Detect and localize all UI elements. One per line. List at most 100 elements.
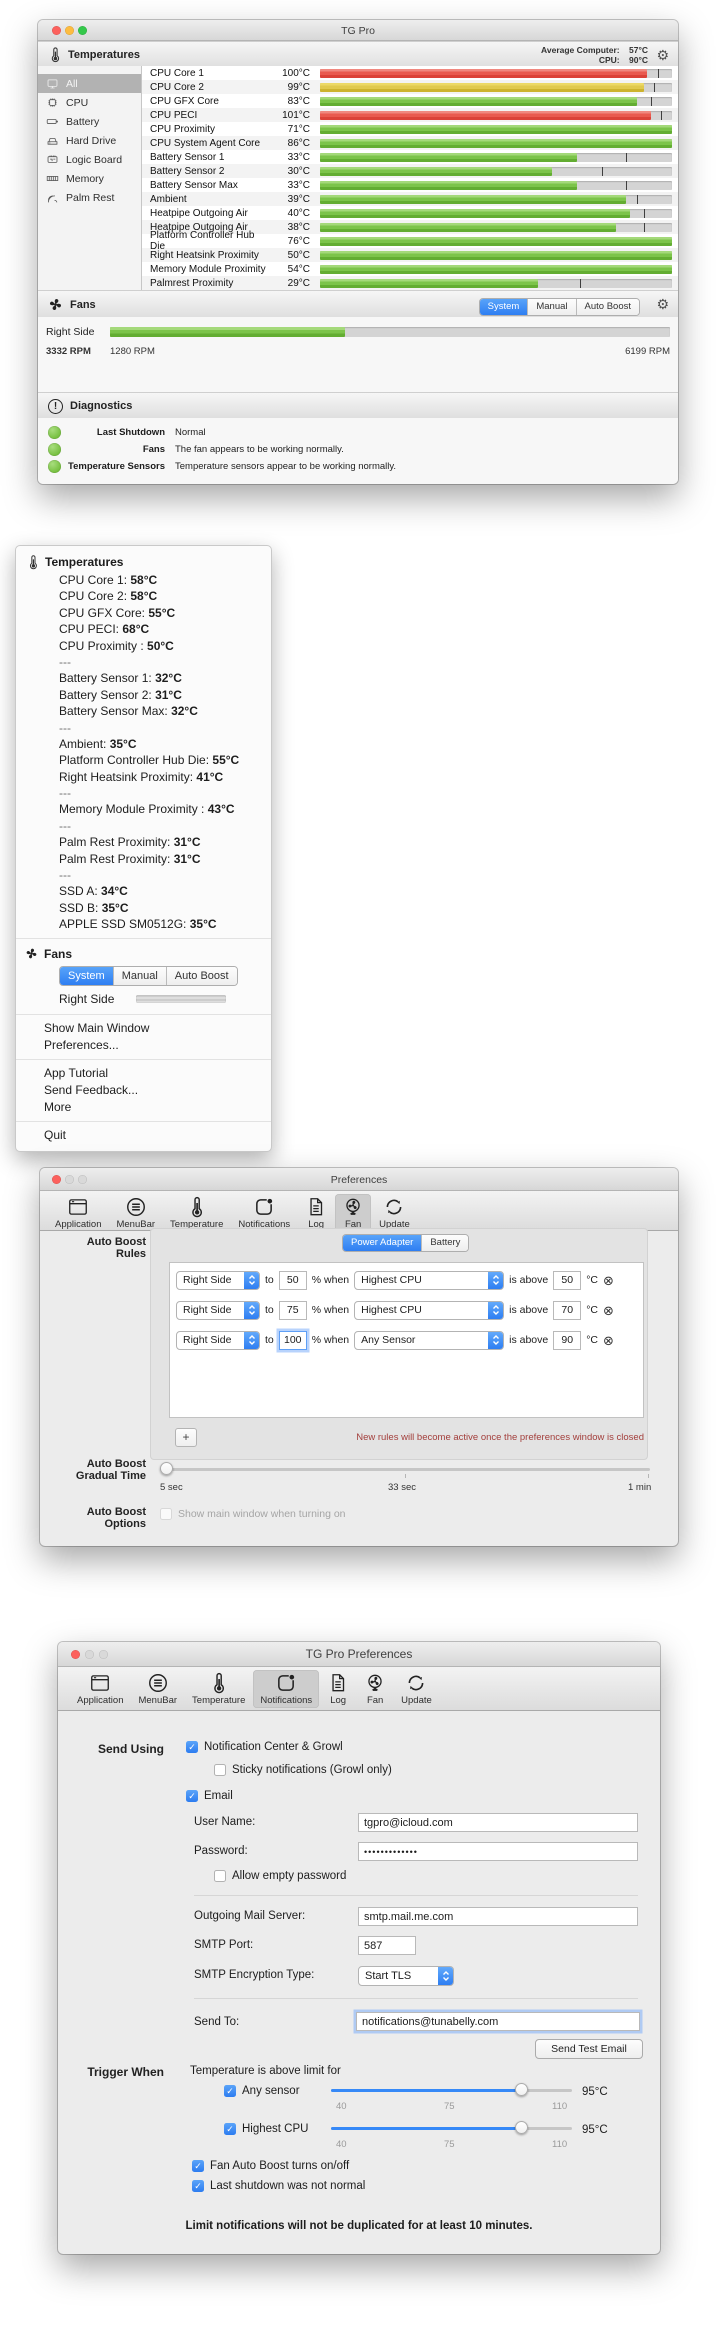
sensor-row[interactable]: Ambient39°C xyxy=(142,192,678,206)
sticky-notifications-checkbox-row[interactable]: Sticky notifications (Growl only) xyxy=(214,1764,392,1776)
trigger-checkbox-row[interactable]: ✓Highest CPU xyxy=(224,2123,308,2135)
minimize-button[interactable] xyxy=(65,1175,74,1184)
menu-temp-item[interactable]: SSD A: 34°C xyxy=(16,883,271,899)
menu-temp-item[interactable]: Right Heatsink Proximity: 41°C xyxy=(16,769,271,785)
minimize-button[interactable] xyxy=(85,1650,94,1659)
menu-temp-item[interactable]: CPU Proximity : 50°C xyxy=(16,638,271,654)
menu-temp-item[interactable]: CPU PECI: 68°C xyxy=(16,621,271,637)
checkbox-checked[interactable]: ✓ xyxy=(192,2160,204,2172)
slider-knob[interactable] xyxy=(160,1462,173,1475)
checkbox-checked[interactable]: ✓ xyxy=(192,2180,204,2192)
allow-empty-password-checkbox-row[interactable]: Allow empty password xyxy=(214,1870,346,1882)
fan-auto-boost-checkbox-row[interactable]: ✓ Fan Auto Boost turns on/off xyxy=(192,2160,349,2172)
segment-manual[interactable]: Manual xyxy=(528,299,576,315)
menu-temp-item[interactable]: CPU Core 2: 58°C xyxy=(16,588,271,604)
toolbar-tab-fan[interactable]: Fan xyxy=(335,1194,371,1232)
sidebar-item-logic-board[interactable]: Logic Board xyxy=(38,150,141,169)
rule-fan-popup[interactable]: Right Side xyxy=(176,1301,260,1320)
add-rule-button[interactable]: + xyxy=(175,1428,197,1447)
toolbar-tab-application[interactable]: Application xyxy=(48,1194,108,1232)
checkbox-unchecked-disabled[interactable] xyxy=(160,1508,172,1520)
sensor-row[interactable]: Battery Sensor 230°C xyxy=(142,164,678,178)
sidebar-item-hard-drive[interactable]: Hard Drive xyxy=(38,131,141,150)
sensor-row[interactable]: Palmrest Proximity29°C xyxy=(142,276,678,290)
gradual-time-slider[interactable] xyxy=(160,1462,650,1476)
rule-sensor-popup[interactable]: Highest CPU xyxy=(354,1271,504,1290)
menu-temp-item[interactable]: CPU Core 1: 58°C xyxy=(16,572,271,588)
show-main-window-option[interactable]: Show main window when turning on xyxy=(160,1508,346,1520)
zoom-button[interactable] xyxy=(78,26,87,35)
sensor-row[interactable]: CPU Core 299°C xyxy=(142,80,678,94)
sidebar-item-palm-rest[interactable]: Palm Rest xyxy=(38,188,141,207)
toolbar-tab-menubar[interactable]: MenuBar xyxy=(109,1194,162,1232)
trigger-slider[interactable] xyxy=(331,2121,572,2135)
sidebar-item-cpu[interactable]: CPU xyxy=(38,93,141,112)
checkbox-unchecked[interactable] xyxy=(214,1764,226,1776)
fans-gear-icon[interactable]: ⚙ xyxy=(656,297,669,311)
toolbar-tab-application[interactable]: Application xyxy=(70,1670,130,1708)
checkbox-checked[interactable]: ✓ xyxy=(186,1741,198,1753)
sensor-row[interactable]: Platform Controller Hub Die76°C xyxy=(142,234,678,248)
remove-rule-icon[interactable]: ⊗ xyxy=(603,1304,614,1317)
toolbar-tab-menubar[interactable]: MenuBar xyxy=(131,1670,184,1708)
remove-rule-icon[interactable]: ⊗ xyxy=(603,1334,614,1347)
rule-percent-field[interactable]: 100 xyxy=(279,1331,307,1350)
menu-temp-item[interactable]: Palm Rest Proximity: 31°C xyxy=(16,851,271,867)
segment-manual[interactable]: Manual xyxy=(114,967,167,985)
sidebar-item-memory[interactable]: Memory xyxy=(38,169,141,188)
minimize-button[interactable] xyxy=(65,26,74,35)
sensor-row[interactable]: CPU System Agent Core86°C xyxy=(142,136,678,150)
slider-knob[interactable] xyxy=(515,2083,528,2096)
menu-temp-item[interactable]: Ambient: 35°C xyxy=(16,736,271,752)
mail-server-field[interactable]: smtp.mail.me.com xyxy=(358,1907,638,1926)
trigger-checkbox-row[interactable]: ✓Any sensor xyxy=(224,2085,300,2097)
sensor-row[interactable]: Battery Sensor Max33°C xyxy=(142,178,678,192)
send-to-field[interactable]: notifications@tunabelly.com xyxy=(356,2012,640,2031)
rule-temp-field[interactable]: 90 xyxy=(553,1331,581,1350)
fan-prefs-titlebar[interactable]: Preferences xyxy=(40,1168,678,1191)
checkbox-checked[interactable]: ✓ xyxy=(224,2085,236,2097)
menu-temp-item[interactable]: CPU GFX Core: 55°C xyxy=(16,605,271,621)
toolbar-tab-notifications[interactable]: Notifications xyxy=(253,1670,319,1708)
main-titlebar[interactable]: TG Pro xyxy=(38,20,678,41)
close-button[interactable] xyxy=(52,1175,61,1184)
segment-system[interactable]: System xyxy=(60,967,114,985)
menu-item-preferences[interactable]: Preferences... xyxy=(16,1037,271,1054)
user-name-field[interactable]: tgpro@icloud.com xyxy=(358,1813,638,1832)
checkbox-checked[interactable]: ✓ xyxy=(224,2123,236,2135)
rule-temp-field[interactable]: 70 xyxy=(553,1301,581,1320)
slider-knob[interactable] xyxy=(515,2121,528,2134)
rule-sensor-popup[interactable]: Any Sensor xyxy=(354,1331,504,1350)
zoom-button[interactable] xyxy=(99,1650,108,1659)
sensor-row[interactable]: CPU Proximity71°C xyxy=(142,122,678,136)
sensor-row[interactable]: CPU GFX Core83°C xyxy=(142,94,678,108)
toolbar-tab-update[interactable]: Update xyxy=(372,1194,417,1232)
menu-item-quit[interactable]: Quit xyxy=(16,1127,271,1144)
sensor-row[interactable]: Battery Sensor 133°C xyxy=(142,150,678,164)
toolbar-tab-log[interactable]: Log xyxy=(320,1670,356,1708)
email-checkbox-row[interactable]: ✓ Email xyxy=(186,1790,233,1802)
segment-auto-boost[interactable]: Auto Boost xyxy=(167,967,237,985)
sensor-row[interactable]: CPU PECI101°C xyxy=(142,108,678,122)
menu-temp-item[interactable]: SSD B: 35°C xyxy=(16,900,271,916)
toolbar-tab-notifications[interactable]: Notifications xyxy=(231,1194,297,1232)
toolbar-tab-update[interactable]: Update xyxy=(394,1670,439,1708)
send-test-email-button[interactable]: Send Test Email xyxy=(535,2039,643,2059)
remove-rule-icon[interactable]: ⊗ xyxy=(603,1274,614,1287)
sensor-row[interactable]: Right Heatsink Proximity50°C xyxy=(142,248,678,262)
rule-fan-popup[interactable]: Right Side xyxy=(176,1331,260,1350)
segment-power-adapter[interactable]: Power Adapter xyxy=(343,1235,422,1251)
menu-temp-item[interactable]: APPLE SSD SM0512G: 35°C xyxy=(16,916,271,932)
menu-temp-item[interactable]: Battery Sensor Max: 32°C xyxy=(16,703,271,719)
menu-temp-item[interactable]: Platform Controller Hub Die: 55°C xyxy=(16,752,271,768)
sensor-row[interactable]: Heatpipe Outgoing Air40°C xyxy=(142,206,678,220)
zoom-button[interactable] xyxy=(78,1175,87,1184)
menu-temp-item[interactable]: Battery Sensor 1: 32°C xyxy=(16,670,271,686)
trigger-slider[interactable] xyxy=(331,2083,572,2097)
smtp-encryption-popup[interactable]: Start TLS xyxy=(358,1966,454,1986)
sensor-row[interactable]: CPU Core 1100°C xyxy=(142,66,678,80)
sidebar-item-all[interactable]: All xyxy=(38,74,141,93)
notif-prefs-titlebar[interactable]: TG Pro Preferences xyxy=(58,1642,660,1667)
sidebar-item-battery[interactable]: Battery xyxy=(38,112,141,131)
rule-percent-field[interactable]: 75 xyxy=(279,1301,307,1320)
